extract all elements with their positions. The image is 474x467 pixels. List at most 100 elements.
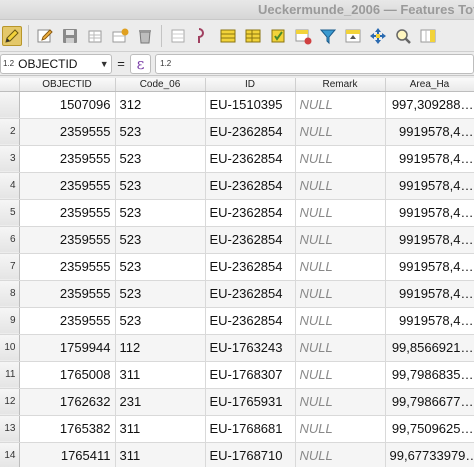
cell-objectid[interactable]: 2359555: [19, 145, 116, 173]
cell-area-ha[interactable]: 9919578,4…: [385, 172, 474, 200]
move-selection-top-button[interactable]: [343, 26, 363, 46]
cell-code-06[interactable]: 523: [115, 226, 206, 254]
expression-builder-button[interactable]: ε: [129, 53, 152, 74]
cell-code-06[interactable]: 112: [115, 334, 206, 362]
table-row[interactable]: 1507096 312 EU-1510395 NULL 997,309288…: [0, 91, 474, 119]
cell-objectid[interactable]: 2359555: [19, 118, 116, 146]
cell-objectid[interactable]: 1762632: [19, 388, 116, 416]
table-row[interactable]: 7 2359555 523 EU-2362854 NULL 9919578,4…: [0, 253, 474, 281]
add-feature-button[interactable]: [110, 26, 130, 46]
cell-remark[interactable]: NULL: [295, 280, 386, 308]
row-header[interactable]: 14: [0, 442, 20, 467]
cell-remark[interactable]: NULL: [295, 172, 386, 200]
corner-header[interactable]: [0, 78, 20, 92]
cell-code-06[interactable]: 523: [115, 172, 206, 200]
cell-id[interactable]: EU-1765931: [205, 388, 296, 416]
cell-code-06[interactable]: 231: [115, 388, 206, 416]
zoom-to-selection-button[interactable]: [393, 26, 413, 46]
cell-objectid[interactable]: 2359555: [19, 253, 116, 281]
cell-area-ha[interactable]: 997,309288…: [385, 91, 474, 119]
cell-code-06[interactable]: 523: [115, 199, 206, 227]
cell-id[interactable]: EU-2362854: [205, 118, 296, 146]
invert-selection-button[interactable]: [293, 26, 313, 46]
cell-remark[interactable]: NULL: [295, 361, 386, 389]
cell-area-ha[interactable]: 99,8566921…: [385, 334, 474, 362]
table-row[interactable]: 3 2359555 523 EU-2362854 NULL 9919578,4…: [0, 145, 474, 173]
table-row[interactable]: 14 1765411 311 EU-1768710 NULL 99,67733979…: [0, 442, 474, 467]
cell-area-ha[interactable]: 99,7986835…: [385, 361, 474, 389]
cell-code-06[interactable]: 312: [115, 91, 206, 119]
cell-id[interactable]: EU-2362854: [205, 307, 296, 335]
cell-objectid[interactable]: 2359555: [19, 199, 116, 227]
table-row[interactable]: 4 2359555 523 EU-2362854 NULL 9919578,4…: [0, 172, 474, 200]
expression-input[interactable]: 1.2: [155, 53, 474, 74]
cell-objectid[interactable]: 2359555: [19, 280, 116, 308]
cell-id[interactable]: EU-2362854: [205, 280, 296, 308]
row-header[interactable]: 11: [0, 361, 20, 389]
cell-id[interactable]: EU-1510395: [205, 91, 296, 119]
cell-remark[interactable]: NULL: [295, 307, 386, 335]
cut-button[interactable]: [168, 26, 188, 46]
cell-remark[interactable]: NULL: [295, 253, 386, 281]
row-header[interactable]: 7: [0, 253, 20, 281]
paste-button[interactable]: [218, 26, 238, 46]
cell-remark[interactable]: NULL: [295, 91, 386, 119]
cell-remark[interactable]: NULL: [295, 415, 386, 443]
cell-remark[interactable]: NULL: [295, 334, 386, 362]
table-row[interactable]: 6 2359555 523 EU-2362854 NULL 9919578,4…: [0, 226, 474, 254]
row-header[interactable]: 12: [0, 388, 20, 416]
cell-remark[interactable]: NULL: [295, 145, 386, 173]
cell-area-ha[interactable]: 99,67733979…: [385, 442, 474, 467]
row-header[interactable]: 10: [0, 334, 20, 362]
select-by-expression-button[interactable]: [243, 26, 263, 46]
pan-to-selection-button[interactable]: [368, 26, 388, 46]
table-row[interactable]: 12 1762632 231 EU-1765931 NULL 99,7986677…: [0, 388, 474, 416]
column-header-area-ha[interactable]: Area_Ha: [385, 78, 474, 92]
column-header-code-06[interactable]: Code_06: [115, 78, 206, 92]
cell-id[interactable]: EU-1768307: [205, 361, 296, 389]
toggle-editing-button[interactable]: [2, 25, 22, 46]
cell-code-06[interactable]: 523: [115, 280, 206, 308]
cell-objectid[interactable]: 1759944: [19, 334, 116, 362]
row-header[interactable]: [0, 91, 20, 119]
cell-id[interactable]: EU-1763243: [205, 334, 296, 362]
cell-code-06[interactable]: 523: [115, 253, 206, 281]
cell-remark[interactable]: NULL: [295, 199, 386, 227]
column-header-objectid[interactable]: OBJECTID: [19, 78, 116, 92]
table-row[interactable]: 13 1765382 311 EU-1768681 NULL 99,7509625…: [0, 415, 474, 443]
cell-id[interactable]: EU-2362854: [205, 199, 296, 227]
cell-area-ha[interactable]: 99,7509625…: [385, 415, 474, 443]
row-header[interactable]: 5: [0, 199, 20, 227]
cell-remark[interactable]: NULL: [295, 226, 386, 254]
cell-id[interactable]: EU-1768710: [205, 442, 296, 467]
multi-edit-button[interactable]: [35, 26, 55, 46]
cell-code-06[interactable]: 523: [115, 145, 206, 173]
cell-area-ha[interactable]: 9919578,4…: [385, 199, 474, 227]
cell-code-06[interactable]: 523: [115, 118, 206, 146]
table-row[interactable]: 5 2359555 523 EU-2362854 NULL 9919578,4…: [0, 199, 474, 227]
save-edits-button[interactable]: [60, 26, 80, 46]
table-row[interactable]: 10 1759944 112 EU-1763243 NULL 99,8566921…: [0, 334, 474, 362]
row-header[interactable]: 13: [0, 415, 20, 443]
table-row[interactable]: 2 2359555 523 EU-2362854 NULL 9919578,4…: [0, 118, 474, 146]
cell-area-ha[interactable]: 99,7986677…: [385, 388, 474, 416]
column-header-id[interactable]: ID: [205, 78, 296, 92]
filter-button[interactable]: [318, 26, 338, 46]
cell-objectid[interactable]: 1765411: [19, 442, 116, 467]
cell-area-ha[interactable]: 9919578,4…: [385, 253, 474, 281]
cell-code-06[interactable]: 523: [115, 307, 206, 335]
cell-id[interactable]: EU-1768681: [205, 415, 296, 443]
cell-id[interactable]: EU-2362854: [205, 145, 296, 173]
row-header[interactable]: 9: [0, 307, 20, 335]
table-row[interactable]: 8 2359555 523 EU-2362854 NULL 9919578,4…: [0, 280, 474, 308]
cell-remark[interactable]: NULL: [295, 442, 386, 467]
row-header[interactable]: 2: [0, 118, 20, 146]
cell-area-ha[interactable]: 9919578,4…: [385, 118, 474, 146]
new-field-button[interactable]: [418, 26, 438, 46]
row-header[interactable]: 3: [0, 145, 20, 173]
cell-id[interactable]: EU-2362854: [205, 226, 296, 254]
row-header[interactable]: 8: [0, 280, 20, 308]
cell-remark[interactable]: NULL: [295, 118, 386, 146]
cell-objectid[interactable]: 1765008: [19, 361, 116, 389]
cell-objectid[interactable]: 1507096: [19, 91, 116, 119]
